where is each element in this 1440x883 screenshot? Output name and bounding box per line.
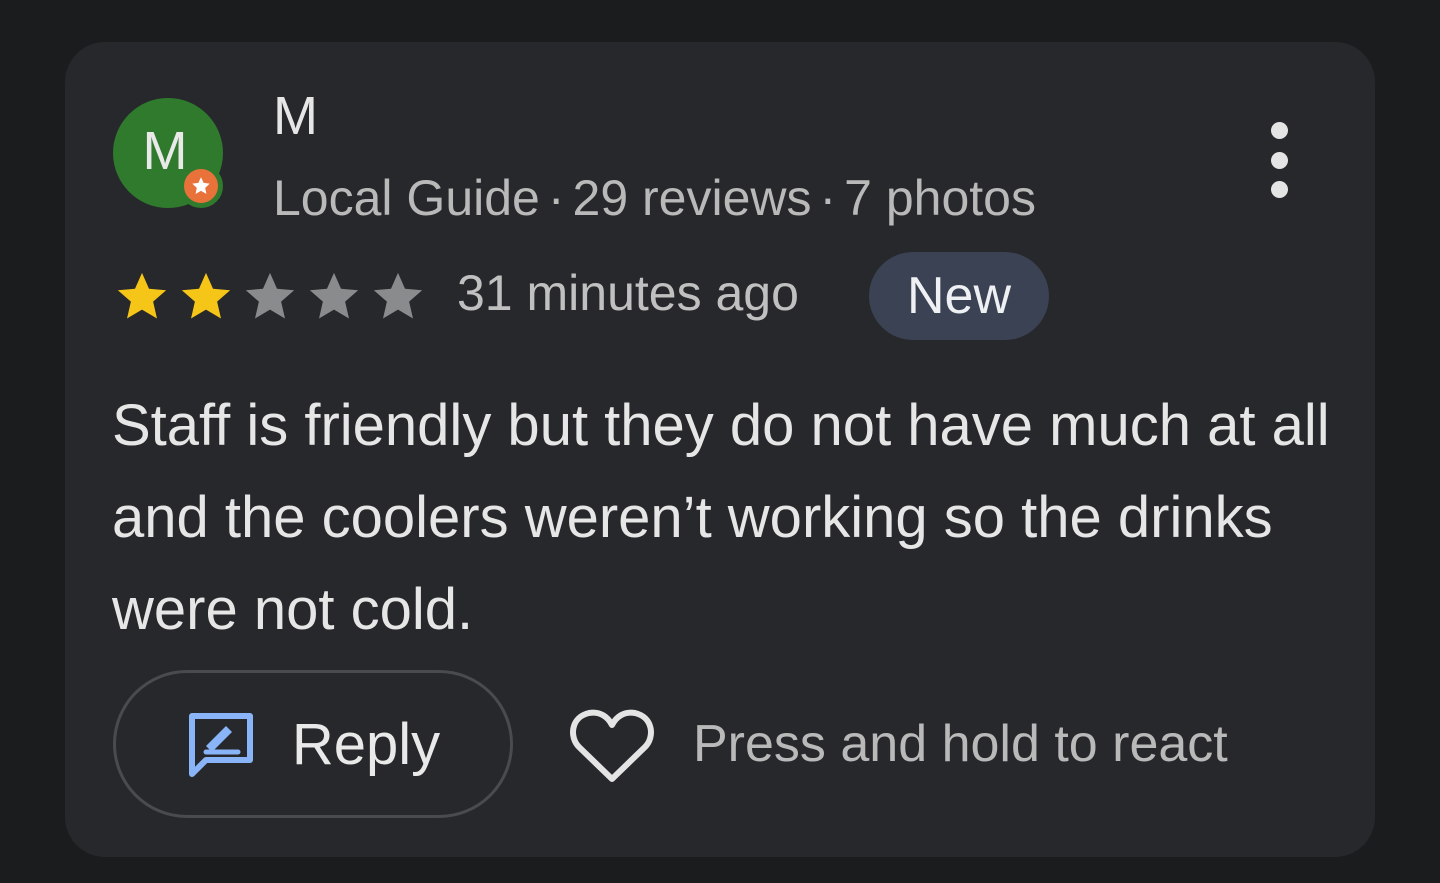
star-empty-icon	[309, 272, 359, 319]
review-text: Staff is friendly but they do not have m…	[112, 393, 1330, 642]
star-empty-icon	[245, 272, 295, 319]
kebab-dot	[1270, 181, 1288, 198]
reply-label: Reply	[291, 711, 441, 777]
reviewer-review-count: 29 reviews	[572, 170, 812, 226]
star-filled-icon	[117, 272, 167, 319]
reviewer-level: Local Guide	[273, 170, 540, 226]
meta-separator: ·	[547, 170, 565, 226]
local-guide-badge-icon	[179, 164, 223, 208]
heart-outline-icon[interactable]	[569, 707, 655, 785]
reply-button[interactable]: Reply	[113, 670, 513, 818]
reviewer-photo-count: 7 photos	[844, 170, 1036, 226]
review-card: M M Local Guide · 29 reviews · 7 photos 31 m…	[65, 42, 1375, 857]
reviewer-meta: Local Guide · 29 reviews · 7 photos	[273, 168, 1036, 228]
new-badge: New	[869, 252, 1049, 340]
avatar-letter: M	[142, 121, 188, 181]
meta-separator: ·	[819, 170, 837, 226]
star-icon	[192, 177, 210, 194]
kebab-dot	[1270, 151, 1288, 169]
star-filled-icon	[181, 272, 231, 319]
reply-edit-icon	[188, 713, 253, 777]
react-hint: Press and hold to react	[693, 715, 1228, 773]
review-timestamp: 31 minutes ago	[457, 265, 799, 321]
star-empty-icon	[373, 272, 423, 319]
kebab-dot	[1270, 122, 1288, 139]
more-vert-icon[interactable]	[1255, 122, 1303, 198]
star-rating	[111, 268, 429, 326]
reviewer-name[interactable]: M	[273, 86, 318, 146]
